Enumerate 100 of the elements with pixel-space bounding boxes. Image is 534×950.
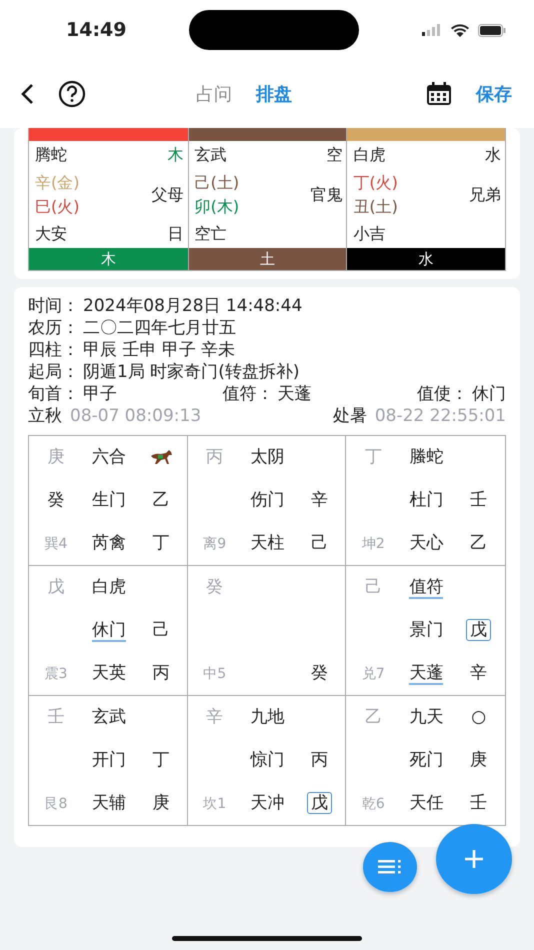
tab[interactable]: 排盘	[256, 76, 292, 112]
info-label: 处暑	[332, 405, 367, 427]
stem-label: 庚	[48, 446, 64, 467]
branch-label: 丑(土)	[353, 196, 398, 218]
stem-label: 庚	[152, 792, 170, 813]
deity-label: 白虎	[92, 576, 126, 597]
palace-label: 震3	[44, 666, 68, 682]
save-button[interactable]: 保存	[476, 80, 512, 108]
element-label: 水	[485, 144, 501, 166]
battery-icon	[478, 24, 506, 36]
element-bar: 水	[347, 248, 505, 270]
info-value: 2024年08月28日 14:48:44	[83, 295, 302, 317]
omen-label: 小吉	[353, 223, 386, 245]
info-value: 阴遁1局 时家奇门(转盘拆补)	[83, 361, 300, 383]
stem-label: 丁	[152, 750, 170, 770]
door-label: 惊门	[250, 750, 285, 770]
signal-icon	[422, 24, 442, 36]
info-value: 甲子	[83, 383, 117, 405]
star-label: 芮禽	[92, 532, 126, 553]
stem-label: 乙	[152, 490, 170, 510]
element-bar: 土	[188, 248, 346, 270]
stem-label: 己	[310, 532, 328, 553]
door-label: 生门	[92, 490, 126, 510]
star-label: 天冲	[250, 792, 285, 813]
star-label: 天蓬	[409, 662, 444, 685]
element-label: 木	[168, 144, 184, 166]
star-label: 天心	[409, 532, 444, 553]
stem-label: 丙	[152, 662, 170, 683]
door-label: 开门	[92, 750, 126, 770]
info-value: 08-22 22:55:01	[374, 405, 506, 427]
clock: 14:49	[66, 18, 126, 43]
stem-label: 壬	[470, 792, 488, 813]
branch-label: 丁(火)	[353, 172, 398, 194]
star-label: 天柱	[250, 532, 285, 553]
plus-icon	[464, 849, 484, 869]
palace-label: 离9	[203, 536, 226, 552]
back-icon[interactable]	[20, 83, 34, 105]
info-label: 起局：	[28, 361, 79, 383]
relation-label: 官鬼	[310, 184, 342, 206]
stem-label: 癸	[48, 490, 64, 510]
stem-label: 戊	[306, 792, 332, 814]
palace-label: 兑7	[362, 666, 385, 682]
palace-label: 中5	[203, 666, 226, 682]
deity-label: 九地	[250, 706, 285, 727]
stem-label: 戊	[466, 618, 492, 641]
info-label: 农历：	[28, 317, 79, 339]
star-label: 天辅	[92, 792, 126, 813]
relation-label: 父母	[152, 184, 184, 206]
deity-label: 九天	[409, 706, 444, 727]
stem-label: 庚	[470, 750, 488, 770]
list-button[interactable]	[363, 842, 417, 892]
omen-label: 大安	[35, 223, 67, 245]
calendar-icon[interactable]	[426, 82, 452, 106]
stem-label: 壬	[48, 706, 64, 727]
info-value: 甲辰 壬申 甲子 辛未	[83, 339, 236, 361]
stem-label: 己	[364, 576, 382, 597]
branch-label: 卯(木)	[194, 196, 240, 218]
palace-label: 坎1	[203, 796, 226, 812]
stem-label: 丁	[152, 532, 170, 553]
tab[interactable]: 占问	[196, 76, 232, 112]
stem-label: 丁	[364, 446, 382, 467]
stem-label: 辛	[470, 662, 488, 683]
extra-label: ○	[471, 706, 486, 727]
palace-label: 乾6	[362, 796, 385, 812]
deity-label: 太阴	[250, 446, 285, 467]
door-label: 休门	[92, 620, 126, 642]
info-value: 休门	[472, 383, 506, 405]
stem-label: 丙	[310, 750, 328, 770]
stem-label: 己	[152, 620, 170, 640]
stem-label: 戊	[48, 576, 64, 597]
god-label: 腾蛇	[35, 144, 67, 166]
add-button[interactable]	[436, 824, 512, 894]
info-label: 立秋	[28, 405, 62, 427]
door-label: 伤门	[250, 490, 285, 510]
star-label: 天任	[409, 792, 444, 813]
deity-label: 螣蛇	[409, 446, 444, 467]
list-icon	[378, 860, 402, 874]
info-value: 二〇二四年七月廿五	[83, 317, 236, 339]
stem-label: 癸	[310, 662, 328, 683]
palace-label: 巽4	[44, 536, 68, 552]
element-bar: 木	[29, 248, 188, 270]
stem-label: 丙	[206, 446, 224, 467]
door-label: 死门	[409, 750, 444, 770]
info-value: 08-07 08:09:13	[70, 405, 202, 427]
info-value: 天蓬	[278, 383, 312, 405]
horse-icon	[148, 449, 173, 466]
stem-label: 癸	[206, 576, 224, 597]
door-label: 杜门	[409, 490, 444, 510]
info-label: 值使：	[417, 383, 468, 405]
help-icon[interactable]	[58, 80, 86, 108]
info-label: 旬首：	[28, 383, 79, 405]
stem-label: 辛	[310, 490, 328, 510]
element-label: 空	[326, 144, 342, 166]
stem-label: 乙	[364, 706, 382, 727]
stem-label: 壬	[470, 490, 488, 510]
deity-label: 六合	[92, 446, 126, 467]
door-label: 景门	[409, 620, 444, 640]
wifi-icon	[450, 23, 470, 37]
stem-label: 辛	[206, 706, 224, 727]
deity-label: 玄武	[92, 706, 126, 727]
